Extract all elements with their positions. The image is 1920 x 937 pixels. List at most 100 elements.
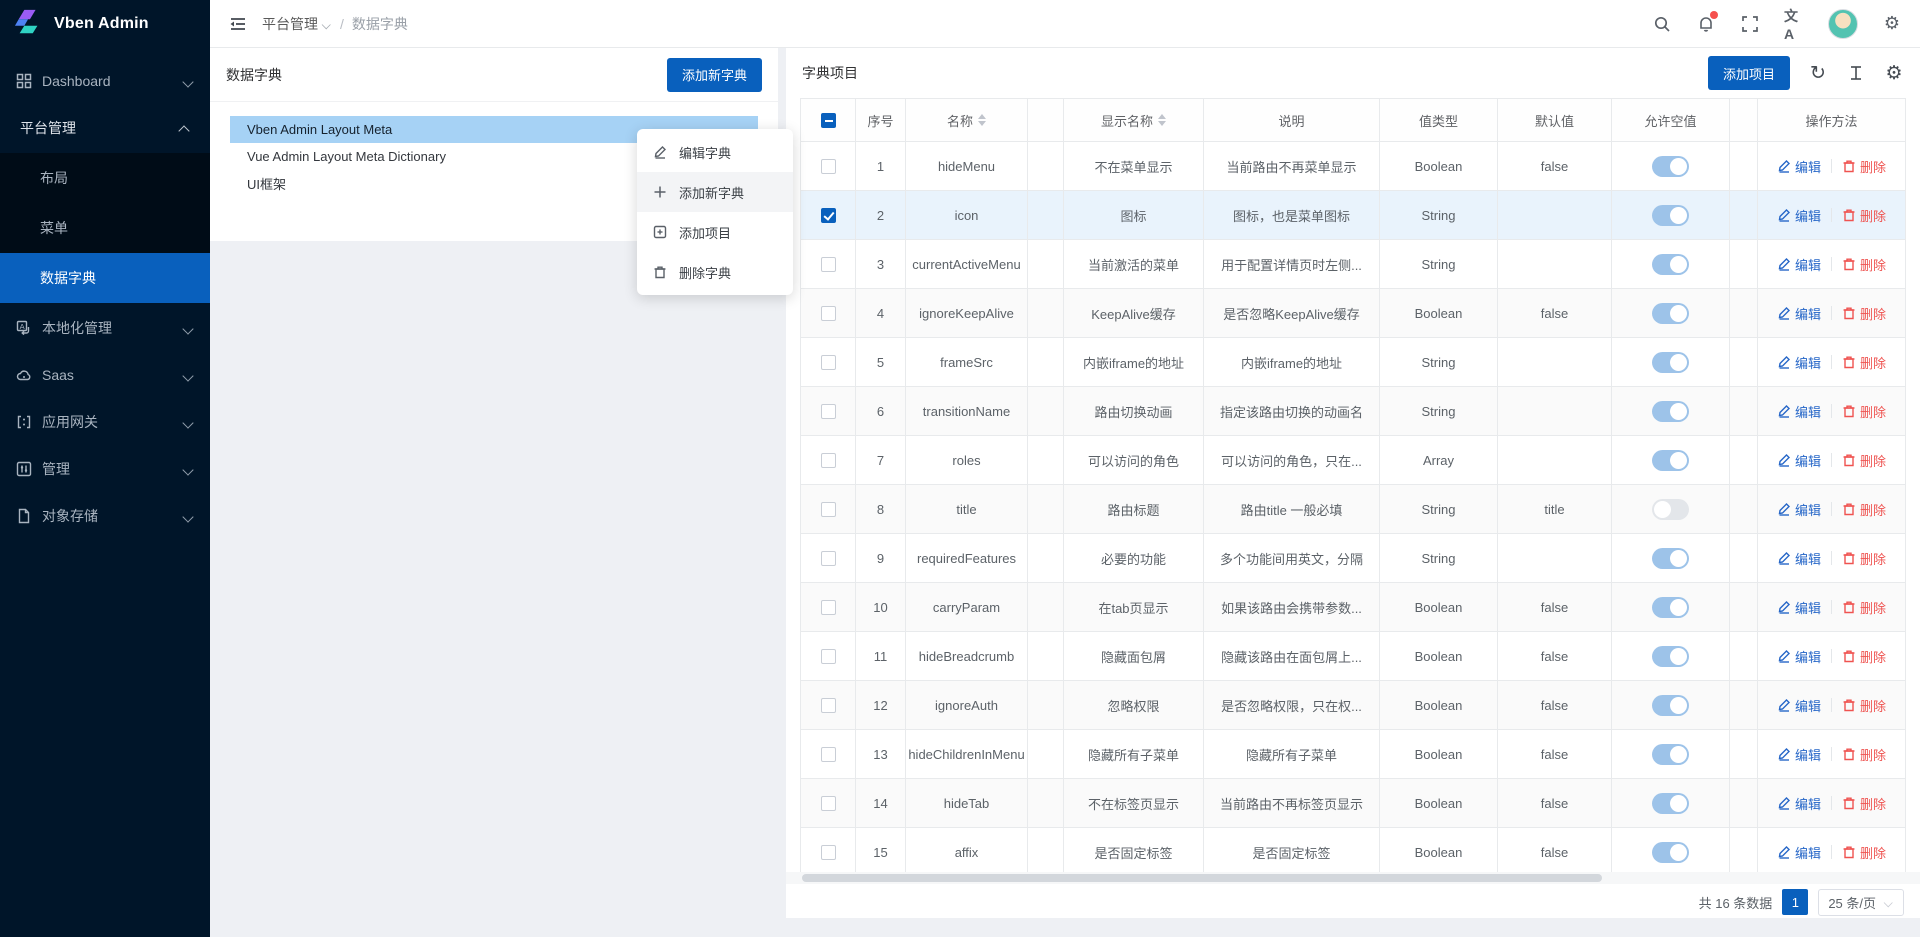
delete-button[interactable]: 删除 <box>1842 206 1886 225</box>
sort-arrows-icon[interactable] <box>1158 114 1166 126</box>
settings-gear-icon[interactable]: ⚙ <box>1882 14 1902 34</box>
edit-button[interactable]: 编辑 <box>1777 647 1821 666</box>
context-menu-item-编辑字典[interactable]: 编辑字典 <box>637 132 793 172</box>
delete-button[interactable]: 删除 <box>1842 794 1886 813</box>
delete-button[interactable]: 删除 <box>1842 402 1886 421</box>
fullscreen-icon[interactable] <box>1740 14 1760 34</box>
sidebar-item-本地化管理[interactable]: A本地化管理 <box>0 306 210 350</box>
edit-button[interactable]: 编辑 <box>1777 549 1821 568</box>
edit-button[interactable]: 编辑 <box>1777 451 1821 470</box>
sidebar-item-数据字典[interactable]: 数据字典 <box>0 253 210 303</box>
delete-button[interactable]: 删除 <box>1842 549 1886 568</box>
select-all-checkbox[interactable] <box>821 113 836 128</box>
column-settings-gear-icon[interactable]: ⚙ <box>1884 63 1904 83</box>
sidebar-item-Saas[interactable]: Saas <box>0 353 210 397</box>
page-size-select[interactable]: 25 条/页 <box>1818 889 1904 916</box>
edit-button[interactable]: 编辑 <box>1777 843 1821 862</box>
delete-button[interactable]: 删除 <box>1842 745 1886 764</box>
edit-button[interactable]: 编辑 <box>1777 696 1821 715</box>
nullable-toggle[interactable] <box>1652 352 1689 373</box>
row-checkbox[interactable] <box>821 404 836 419</box>
context-menu-item-添加项目[interactable]: 添加项目 <box>637 212 793 252</box>
nullable-toggle[interactable] <box>1652 205 1689 226</box>
sort-arrows-icon[interactable] <box>978 114 986 126</box>
row-checkbox[interactable] <box>821 649 836 664</box>
nullable-toggle[interactable] <box>1652 303 1689 324</box>
row-checkbox[interactable] <box>821 796 836 811</box>
edit-button[interactable]: 编辑 <box>1777 304 1821 323</box>
sidebar-item-Dashboard[interactable]: Dashboard <box>0 59 210 103</box>
page-number-button[interactable]: 1 <box>1782 889 1808 915</box>
sidebar-item-管理[interactable]: 管理 <box>0 447 210 491</box>
add-dictionary-button[interactable]: 添加新字典 <box>667 58 762 92</box>
scrollbar-thumb[interactable] <box>802 874 1602 882</box>
edit-button[interactable]: 编辑 <box>1777 255 1821 274</box>
edit-button[interactable]: 编辑 <box>1777 402 1821 421</box>
context-menu-item-删除字典[interactable]: 删除字典 <box>637 252 793 292</box>
row-checkbox[interactable] <box>821 845 836 860</box>
edit-button[interactable]: 编辑 <box>1777 745 1821 764</box>
breadcrumb-parent[interactable]: 平台管理 <box>262 14 332 34</box>
horizontal-scrollbar[interactable] <box>786 872 1920 884</box>
nullable-toggle[interactable] <box>1652 401 1689 422</box>
edit-button[interactable]: 编辑 <box>1777 206 1821 225</box>
edit-button[interactable]: 编辑 <box>1777 157 1821 176</box>
row-checkbox[interactable] <box>821 453 836 468</box>
sidebar-item-应用网关[interactable]: 应用网关 <box>0 400 210 444</box>
refresh-icon[interactable]: ↻ <box>1808 63 1828 83</box>
row-checkbox[interactable] <box>821 257 836 272</box>
table-header-名称[interactable]: 名称 <box>906 98 1028 142</box>
row-checkbox[interactable] <box>821 502 836 517</box>
logo[interactable]: Vben Admin <box>0 0 210 48</box>
delete-button[interactable]: 删除 <box>1842 647 1886 666</box>
sidebar-item-对象存储[interactable]: 对象存储 <box>0 494 210 538</box>
delete-button[interactable]: 删除 <box>1842 255 1886 274</box>
row-checkbox[interactable] <box>821 551 836 566</box>
sidebar-item-菜单[interactable]: 菜单 <box>0 203 210 253</box>
add-item-button[interactable]: 添加项目 <box>1708 56 1790 90</box>
sidebar-item-布局[interactable]: 布局 <box>0 153 210 203</box>
nullable-toggle[interactable] <box>1652 548 1689 569</box>
sidebar-item-平台管理[interactable]: 平台管理 <box>0 106 210 150</box>
nullable-toggle[interactable] <box>1652 793 1689 814</box>
cell-value-type: String <box>1380 534 1498 583</box>
search-icon[interactable] <box>1652 14 1672 34</box>
delete-button[interactable]: 删除 <box>1842 843 1886 862</box>
row-checkbox[interactable] <box>821 208 836 223</box>
nullable-toggle[interactable] <box>1652 646 1689 667</box>
row-checkbox[interactable] <box>821 698 836 713</box>
delete-button[interactable]: 删除 <box>1842 157 1886 176</box>
nullable-toggle[interactable] <box>1652 597 1689 618</box>
nullable-toggle[interactable] <box>1652 842 1689 863</box>
edit-button[interactable]: 编辑 <box>1777 794 1821 813</box>
context-menu-item-添加新字典[interactable]: 添加新字典 <box>637 172 793 212</box>
row-checkbox[interactable] <box>821 306 836 321</box>
avatar[interactable] <box>1828 9 1858 39</box>
cell-nullable <box>1612 534 1730 583</box>
delete-button[interactable]: 删除 <box>1842 696 1886 715</box>
nullable-toggle[interactable] <box>1652 450 1689 471</box>
nullable-toggle[interactable] <box>1652 499 1689 520</box>
row-checkbox[interactable] <box>821 355 836 370</box>
delete-button[interactable]: 删除 <box>1842 500 1886 519</box>
table-header-显示名称[interactable]: 显示名称 <box>1064 98 1204 142</box>
edit-button[interactable]: 编辑 <box>1777 500 1821 519</box>
delete-button[interactable]: 删除 <box>1842 353 1886 372</box>
edit-button[interactable]: 编辑 <box>1777 598 1821 617</box>
edit-button[interactable]: 编辑 <box>1777 353 1821 372</box>
notification-bell-icon[interactable] <box>1696 14 1716 34</box>
delete-button[interactable]: 删除 <box>1842 598 1886 617</box>
delete-button[interactable]: 删除 <box>1842 451 1886 470</box>
translate-icon[interactable]: 文A <box>1784 14 1804 34</box>
row-checkbox[interactable] <box>821 159 836 174</box>
row-number: 4 <box>856 289 906 338</box>
row-checkbox[interactable] <box>821 600 836 615</box>
nullable-toggle[interactable] <box>1652 254 1689 275</box>
collapse-sidebar-icon[interactable] <box>228 14 248 34</box>
row-checkbox[interactable] <box>821 747 836 762</box>
nullable-toggle[interactable] <box>1652 744 1689 765</box>
delete-button[interactable]: 删除 <box>1842 304 1886 323</box>
row-height-icon[interactable] <box>1846 63 1866 83</box>
nullable-toggle[interactable] <box>1652 156 1689 177</box>
nullable-toggle[interactable] <box>1652 695 1689 716</box>
